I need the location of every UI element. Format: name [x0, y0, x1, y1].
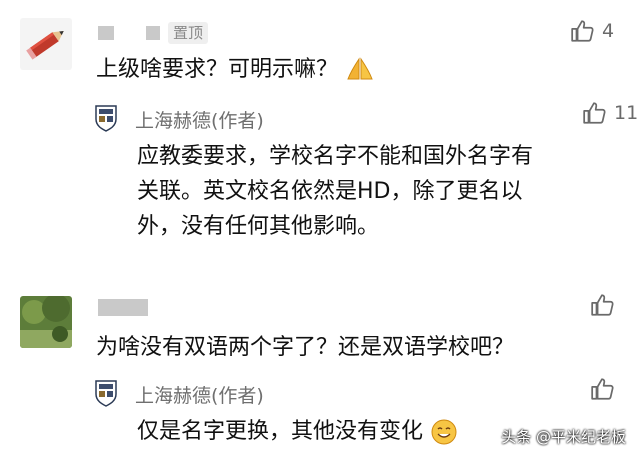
thumbs-up-icon	[571, 20, 594, 42]
like-button-2[interactable]	[590, 292, 622, 318]
comment-text: 为啥没有双语两个字了？还是双语学校吧？	[96, 335, 515, 360]
thumbs-up-icon	[591, 378, 614, 400]
reply-author[interactable]: 上海赫德(作者)	[135, 381, 264, 408]
reply-text: 应教委要求，学校名字不能和国外名字有 关联。英文校名依然是HD，除了更名以 外，…	[137, 144, 534, 239]
praying-hands-emoji	[347, 57, 373, 80]
thumbs-up-icon	[583, 102, 606, 124]
comment-text: 上级啥要求？可明示嘛？	[96, 52, 375, 87]
pencil-avatar-icon	[26, 30, 64, 60]
school-crest-avatar-1	[93, 103, 119, 133]
pinned-badge: 置顶	[168, 22, 209, 44]
like-count: 11	[614, 102, 639, 124]
reply-like-button-2[interactable]	[590, 376, 622, 402]
avatar-commenter-1[interactable]	[20, 18, 72, 70]
smiling-emoji	[431, 419, 457, 445]
reply-author[interactable]: 上海赫德(作者)	[135, 106, 264, 133]
school-crest-icon	[95, 380, 117, 407]
school-crest-icon	[95, 105, 117, 132]
avatar-commenter-2[interactable]	[20, 296, 72, 348]
landscape-avatar-icon	[20, 296, 72, 348]
reply-like-button-1[interactable]: 11	[582, 100, 638, 126]
thumbs-up-icon	[591, 294, 614, 316]
commenter-name-1-redacted-2	[146, 26, 160, 40]
reply-text: 仅是名字更换，其他没有变化	[137, 414, 458, 449]
commenter-name-1-redacted	[98, 26, 114, 40]
like-button-1[interactable]: 4	[570, 18, 614, 44]
like-count: 4	[602, 20, 615, 42]
watermark: 头条 @平米纪老板	[501, 428, 626, 446]
commenter-name-2-redacted	[98, 299, 148, 316]
school-crest-avatar-2	[93, 378, 119, 408]
